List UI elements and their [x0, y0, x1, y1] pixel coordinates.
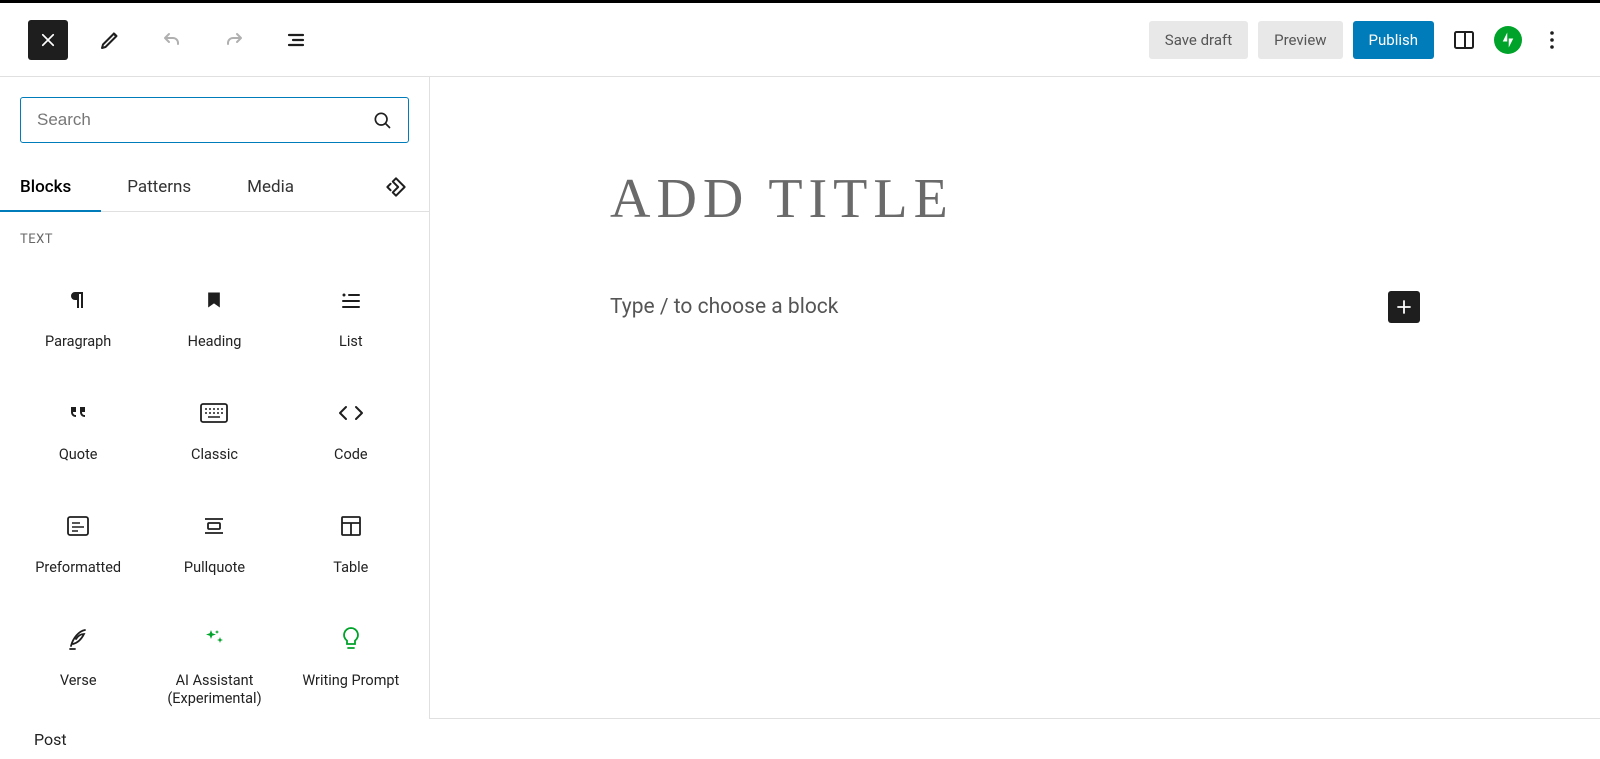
top-toolbar: Save draft Preview Publish	[0, 3, 1600, 77]
block-inserter-panel: Blocks Patterns Media TEXT Paragraph Hea…	[0, 77, 430, 719]
block-ai-assistant[interactable]: AI Assistant (Experimental)	[146, 596, 282, 719]
save-draft-button[interactable]: Save draft	[1149, 21, 1248, 59]
tab-patterns[interactable]: Patterns	[127, 163, 191, 211]
block-classic[interactable]: Classic	[146, 370, 282, 483]
redo-icon	[222, 28, 246, 52]
publish-button[interactable]: Publish	[1353, 21, 1434, 59]
body-row: Type / to choose a block	[610, 291, 1420, 323]
editor-canvas[interactable]: ADD TITLE Type / to choose a block	[430, 77, 1600, 719]
footer-breadcrumb: Post	[0, 719, 1600, 759]
toolbar-left	[28, 20, 316, 60]
undo-icon	[160, 28, 184, 52]
keyboard-icon	[200, 403, 228, 423]
breadcrumb-post[interactable]: Post	[34, 730, 67, 749]
block-label: Code	[334, 446, 368, 465]
more-vertical-icon	[1540, 28, 1564, 52]
block-label: Pullquote	[184, 559, 245, 578]
block-writing-prompt[interactable]: Writing Prompt	[283, 596, 419, 719]
search-field[interactable]	[20, 97, 409, 143]
close-icon	[39, 31, 57, 49]
post-body-input[interactable]: Type / to choose a block	[610, 295, 838, 319]
add-block-button[interactable]	[1388, 291, 1420, 323]
code-icon	[338, 403, 364, 423]
plus-icon	[1395, 298, 1413, 316]
block-heading[interactable]: Heading	[146, 257, 282, 370]
sparkle-icon	[202, 627, 226, 651]
block-label: Writing Prompt	[302, 672, 399, 691]
block-label: Quote	[59, 446, 98, 465]
undo-button[interactable]	[152, 20, 192, 60]
jetpack-button[interactable]	[1494, 26, 1522, 54]
sidebar-icon	[1452, 28, 1476, 52]
tab-media[interactable]: Media	[247, 163, 294, 211]
block-preformatted[interactable]: Preformatted	[10, 483, 146, 596]
feather-icon	[67, 627, 89, 651]
block-label: Verse	[60, 672, 97, 691]
toolbar-right: Save draft Preview Publish	[1149, 20, 1572, 60]
block-verse[interactable]: Verse	[10, 596, 146, 719]
heading-icon	[204, 290, 224, 310]
lightbulb-icon	[341, 626, 361, 652]
inserter-tabs: Blocks Patterns Media	[0, 163, 429, 212]
edit-tools-button[interactable]	[90, 20, 130, 60]
document-overview-button[interactable]	[276, 20, 316, 60]
block-label: Preformatted	[35, 559, 121, 578]
close-inserter-button[interactable]	[28, 20, 68, 60]
tab-blocks[interactable]: Blocks	[20, 163, 71, 211]
block-list[interactable]: List	[283, 257, 419, 370]
more-options-button[interactable]	[1532, 20, 1572, 60]
paragraph-icon	[66, 288, 90, 312]
block-label: Table	[333, 559, 368, 578]
detach-panel-button[interactable]	[383, 164, 409, 210]
block-label: Heading	[188, 333, 242, 352]
block-grid: Paragraph Heading List Quote Classic Cod…	[0, 247, 429, 719]
preview-button[interactable]: Preview	[1258, 21, 1342, 59]
table-icon	[340, 515, 362, 537]
quote-icon	[66, 401, 90, 425]
section-heading-text: TEXT	[20, 232, 409, 247]
detach-icon	[383, 174, 409, 200]
post-title-input[interactable]: ADD TITLE	[610, 167, 1420, 231]
block-quote[interactable]: Quote	[10, 370, 146, 483]
list-icon	[339, 288, 363, 312]
preformatted-icon	[66, 515, 90, 537]
pullquote-icon	[202, 516, 226, 536]
block-code[interactable]: Code	[283, 370, 419, 483]
pencil-icon	[98, 28, 122, 52]
block-label: AI Assistant (Experimental)	[152, 672, 276, 710]
block-label: List	[339, 333, 363, 352]
redo-button[interactable]	[214, 20, 254, 60]
search-wrap	[20, 97, 409, 143]
settings-sidebar-button[interactable]	[1444, 20, 1484, 60]
block-label: Paragraph	[45, 333, 111, 352]
search-icon	[372, 110, 392, 130]
block-pullquote[interactable]: Pullquote	[146, 483, 282, 596]
main-area: Blocks Patterns Media TEXT Paragraph Hea…	[0, 77, 1600, 719]
search-input[interactable]	[37, 110, 372, 130]
jetpack-icon	[1499, 31, 1517, 49]
list-view-icon	[284, 28, 308, 52]
block-label: Classic	[191, 446, 238, 465]
block-table[interactable]: Table	[283, 483, 419, 596]
block-paragraph[interactable]: Paragraph	[10, 257, 146, 370]
